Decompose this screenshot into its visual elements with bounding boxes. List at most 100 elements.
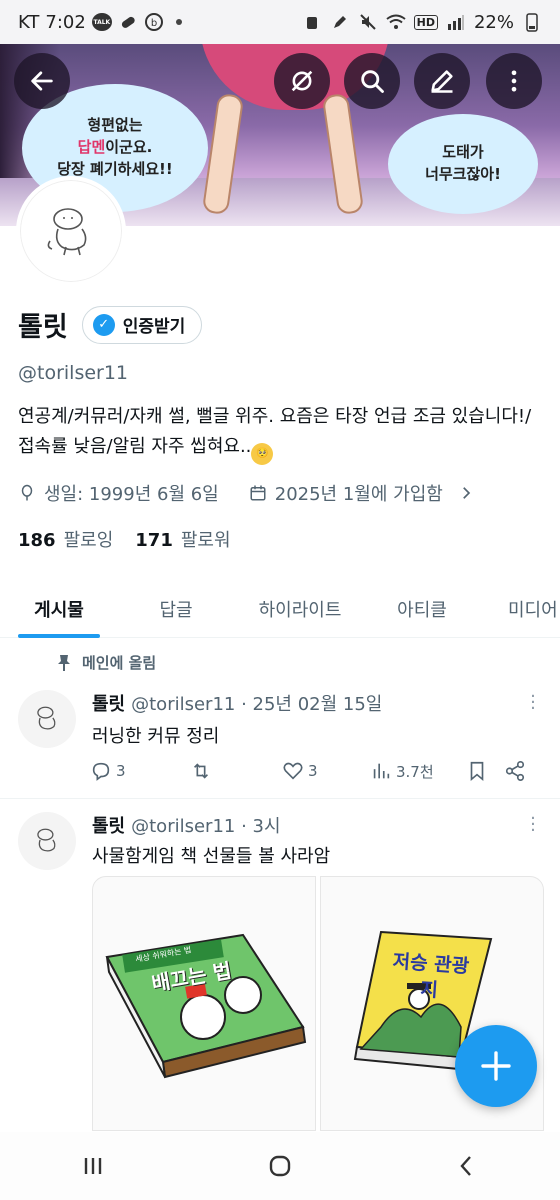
bubble-line: 답멘이군요. <box>77 138 153 157</box>
tweet-actions: 3 3 3.7천 <box>90 760 535 782</box>
svg-text:b: b <box>151 18 157 29</box>
profile-tabs: 게시물 답글 하이라이트 아티클 미디어 <box>0 576 560 638</box>
edit-button[interactable] <box>414 53 470 109</box>
user-handle: @torilser11 <box>18 362 129 384</box>
home-icon[interactable] <box>266 1152 294 1180</box>
more-options-button[interactable] <box>486 53 542 109</box>
system-nav-bar <box>0 1132 560 1200</box>
signal-icon <box>446 12 466 32</box>
joined-date-text: 2025년 1월에 가입함 <box>274 484 443 505</box>
following-count: 186 <box>18 530 56 551</box>
share-icon <box>505 761 525 781</box>
compose-button[interactable] <box>455 1025 537 1107</box>
bookmark-button[interactable] <box>466 760 504 782</box>
followers-count: 171 <box>135 530 173 551</box>
balloon-icon <box>21 484 33 501</box>
tweet-image[interactable]: 배끄는 법 세상 쉬워하는 법 <box>92 876 316 1131</box>
tweet-text: 러닝한 커뮤 정리 <box>92 726 220 747</box>
tab-highlights[interactable]: 하이라이트 <box>248 576 352 638</box>
follow-stats: 186 팔로잉 171 팔로워 <box>18 526 231 552</box>
profile-name-row: 톨릿 ✓ 인증받기 <box>18 305 203 344</box>
tweet-meta: @torilser11 · 3시 <box>131 816 281 837</box>
plus-icon <box>481 1051 511 1081</box>
tweet-avatar[interactable] <box>18 812 76 870</box>
bubble-highlight: 답멘 <box>77 138 106 157</box>
bio-text: 연공계/커뮤러/자캐 썰, 뻘글 위주. 요즘은 타장 언급 조금 있습니다!/… <box>18 406 532 457</box>
tweet-more-icon[interactable]: · · · <box>530 810 536 840</box>
speech-bubble-right: 도태가 너무크잖아! <box>388 114 538 214</box>
back-button[interactable] <box>14 53 70 109</box>
calendar-icon <box>250 485 266 501</box>
alarm-icon <box>302 12 322 32</box>
pinned-indicator: 메인에 올림 <box>56 652 156 673</box>
carrier-label: KT <box>18 11 40 33</box>
tab-label: 아티클 <box>397 600 447 621</box>
reply-button[interactable]: 3 <box>90 760 190 782</box>
bubble-line: 형편없는 <box>87 116 143 135</box>
status-bar: KT 7:02 TALK b HD 22% <box>0 0 560 44</box>
book-illustration <box>105 933 307 1079</box>
bookmark-icon <box>470 761 484 782</box>
get-verified-label: 인증받기 <box>122 317 186 337</box>
like-count: 3 <box>308 762 318 780</box>
views-button[interactable]: 3.7천 <box>370 760 466 782</box>
tab-label: 답글 <box>159 600 193 621</box>
profile-avatar[interactable] <box>16 176 126 286</box>
grok-button[interactable] <box>274 53 330 109</box>
tab-label: 하이라이트 <box>258 600 342 621</box>
tweet-header: 톨릿 @torilser11 · 3시 <box>92 812 281 838</box>
tweet-avatar[interactable] <box>18 690 76 748</box>
battery-icon <box>522 12 542 32</box>
tweet-text: 사물함게임 책 선물들 볼 사라암 <box>92 846 331 867</box>
search-button[interactable] <box>344 53 400 109</box>
get-verified-button[interactable]: ✓ 인증받기 <box>81 305 203 344</box>
followers-link[interactable]: 171 팔로워 <box>135 526 230 552</box>
followers-label: 팔로워 <box>180 530 231 551</box>
reply-icon <box>92 762 110 781</box>
tab-articles[interactable]: 아티클 <box>390 576 454 638</box>
pin-icon <box>58 654 70 671</box>
search-icon <box>361 70 384 93</box>
chevron-right-icon[interactable] <box>457 484 475 502</box>
pen-icon <box>330 12 350 32</box>
retweet-icon <box>193 763 209 779</box>
following-label: 팔로잉 <box>63 530 114 551</box>
retweet-button[interactable] <box>190 760 282 782</box>
tweet-header: 톨릿 @torilser11 · 25년 02월 15일 <box>92 690 382 716</box>
tweet-meta: @torilser11 · 25년 02월 15일 <box>131 694 383 715</box>
pencil-icon <box>431 70 453 93</box>
pill-notification-icon <box>118 12 138 32</box>
battery-percent: 22% <box>473 11 514 33</box>
doodle-avatar-icon <box>47 208 87 256</box>
doodle-avatar-icon <box>37 706 56 730</box>
tab-replies[interactable]: 답글 <box>146 576 206 638</box>
talk-notification-icon: TALK <box>91 13 112 31</box>
profile-bio: 연공계/커뮤러/자캐 썰, 뻘글 위주. 요즘은 타장 언급 조금 있습니다!/… <box>18 402 543 465</box>
back-nav-icon[interactable] <box>453 1152 481 1180</box>
tweet-author-name[interactable]: 톨릿 <box>92 816 125 837</box>
bubble-line: 너무크잖아! <box>425 165 501 183</box>
tweet-author-name[interactable]: 톨릿 <box>92 694 125 715</box>
app-notification-icon: b <box>144 12 164 32</box>
mute-icon <box>358 12 378 32</box>
bar-chart-icon <box>373 763 390 779</box>
tab-posts[interactable]: 게시물 <box>18 576 100 638</box>
more-notifications-dot <box>175 19 182 25</box>
bubble-line: 도태가 <box>442 143 484 162</box>
tweet-more-icon[interactable]: · · · <box>530 688 536 718</box>
tweet-divider <box>0 798 560 799</box>
recent-apps-icon[interactable] <box>79 1152 107 1180</box>
tab-label: 게시물 <box>34 600 84 621</box>
arrow-left-icon <box>31 71 53 91</box>
profile-meta: 생일: 1999년 6월 6일 2025년 1월에 가입함 <box>18 480 475 506</box>
share-button[interactable] <box>504 760 534 782</box>
birthday-text: 생일: 1999년 6월 6일 <box>44 484 219 505</box>
grok-icon <box>291 70 313 92</box>
view-count: 3.7천 <box>396 762 434 781</box>
tab-media[interactable]: 미디어 <box>508 576 560 638</box>
tab-label: 미디어 <box>508 600 558 621</box>
display-name: 톨릿 <box>18 312 68 343</box>
following-link[interactable]: 186 팔로잉 <box>18 526 113 552</box>
like-button[interactable]: 3 <box>282 760 370 782</box>
network-type-label: HD <box>413 14 438 30</box>
